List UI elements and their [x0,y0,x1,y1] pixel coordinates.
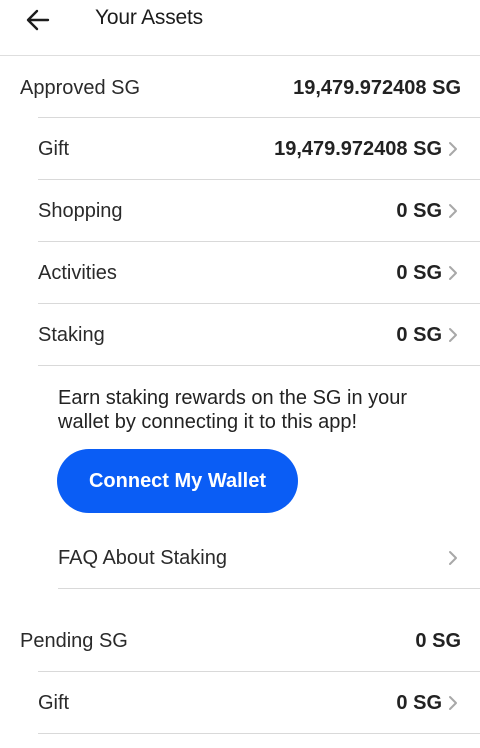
app-header: Your Assets [0,0,480,56]
pending-gift-value: 0 SG [396,691,442,714]
approved-activities-row[interactable]: Activities 0 SG [38,242,480,304]
chevron-right-icon [448,141,462,157]
pending-gift-label: Gift [38,691,70,714]
faq-staking-label: FAQ About Staking [58,546,227,569]
chevron-right-icon [448,203,462,219]
arrow-left-icon [26,9,50,31]
page-title: Your Assets [95,6,203,29]
pending-sg-value: 0 SG [415,629,461,652]
approved-staking-row[interactable]: Staking 0 SG [38,304,480,366]
chevron-right-icon [448,327,462,343]
activities-label: Activities [38,261,117,284]
approved-sg-label: Approved SG [20,76,141,99]
shopping-value: 0 SG [396,199,442,222]
connect-wallet-button[interactable]: Connect My Wallet [57,449,298,513]
chevron-right-icon [448,265,462,281]
approved-gift-row[interactable]: Gift 19,479.972408 SG [38,118,480,180]
gift-label: Gift [38,137,70,160]
chevron-right-icon [448,695,462,711]
pending-sg-row: Pending SG 0 SG [0,610,480,672]
staking-promo-text: Earn staking rewards on the SG in your w… [58,387,408,433]
activities-value: 0 SG [396,261,442,284]
chevron-right-icon [448,550,462,566]
staking-label: Staking [38,323,105,346]
faq-staking-row[interactable]: FAQ About Staking [58,528,480,588]
back-button[interactable] [18,2,58,38]
divider [38,733,480,734]
pending-gift-row[interactable]: Gift 0 SG [38,672,480,734]
shopping-label: Shopping [38,199,123,222]
pending-sg-label: Pending SG [20,629,128,652]
approved-sg-row: Approved SG 19,479.972408 SG [0,58,480,118]
approved-sg-value: 19,479.972408 SG [293,76,461,99]
divider [38,365,480,366]
staking-value: 0 SG [396,323,442,346]
approved-shopping-row[interactable]: Shopping 0 SG [38,180,480,242]
divider [58,588,480,589]
gift-value: 19,479.972408 SG [274,137,442,160]
